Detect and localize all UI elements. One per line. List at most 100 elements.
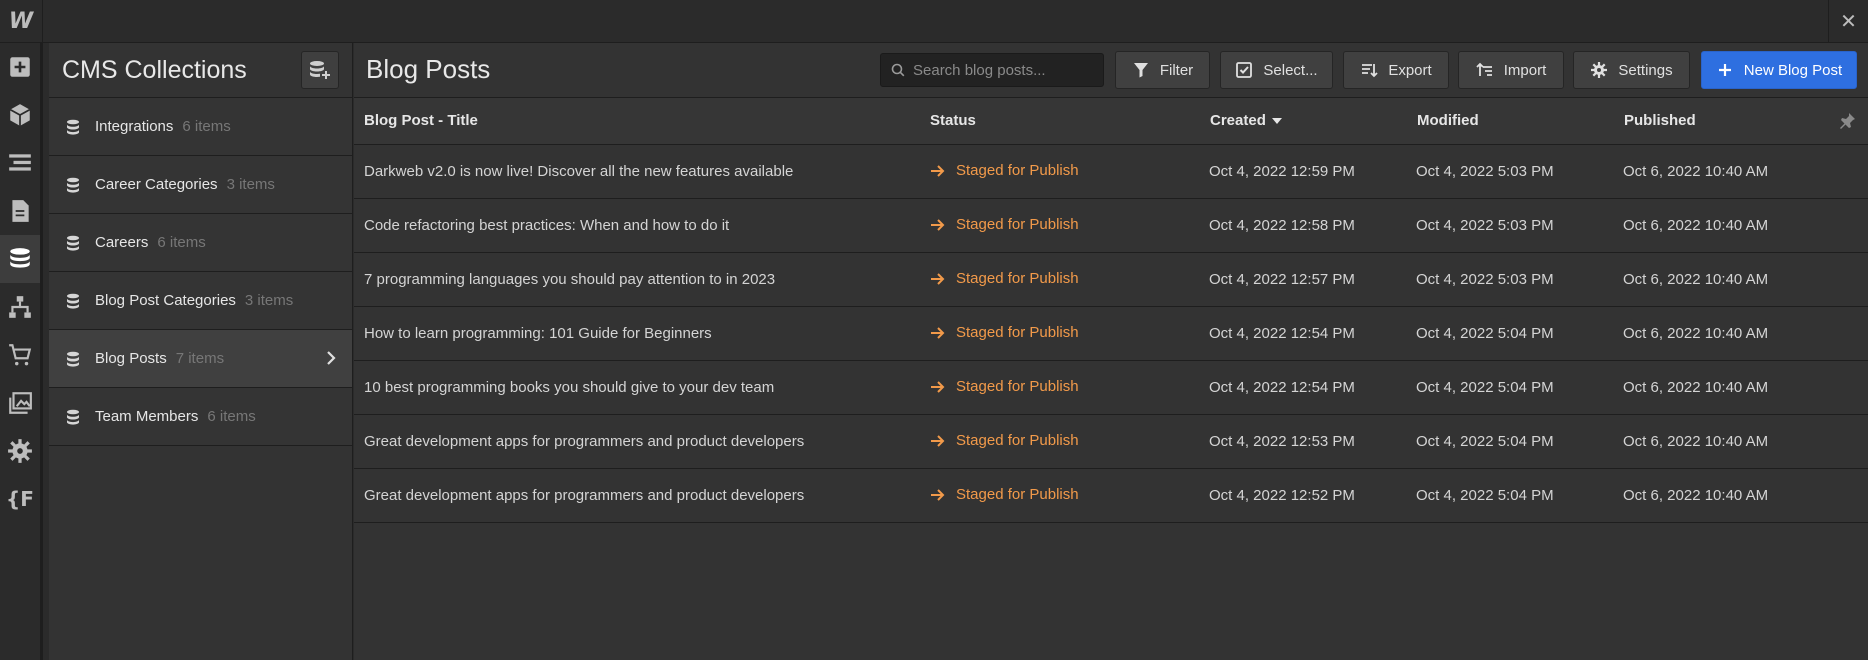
collection-integrations[interactable]: Integrations 6 items — [49, 98, 352, 156]
row-title: How to learn programming: 101 Guide for … — [364, 325, 712, 342]
database-icon — [67, 409, 79, 425]
row-created: Oct 4, 2022 12:52 PM — [1209, 487, 1355, 504]
main-panel: Blog Posts Filter Select... Export Impor… — [354, 43, 1868, 660]
cms-button[interactable] — [0, 235, 40, 283]
column-title[interactable]: Blog Post - Title — [364, 112, 478, 129]
column-published[interactable]: Published — [1624, 112, 1696, 129]
collection-careers[interactable]: Careers 6 items — [49, 214, 352, 272]
collection-blog-post-categories[interactable]: Blog Post Categories 3 items — [49, 272, 352, 330]
assets-button[interactable] — [0, 379, 40, 427]
search-box[interactable] — [880, 53, 1104, 87]
arrow-right-icon — [931, 218, 945, 231]
status-label: Staged for Publish — [956, 486, 1079, 503]
left-rail: {F — [0, 43, 43, 660]
collection-count: 6 items — [182, 118, 231, 135]
collection-name: Blog Post Categories — [95, 292, 236, 309]
collection-name: Career Categories — [95, 176, 218, 193]
webflow-logo[interactable]: W — [0, 0, 43, 43]
row-created: Oct 4, 2022 12:59 PM — [1209, 163, 1355, 180]
filter-button[interactable]: Filter — [1115, 51, 1210, 89]
import-icon — [1476, 62, 1492, 76]
settings-label: Settings — [1618, 61, 1673, 79]
variables-button[interactable]: {F — [0, 475, 40, 523]
navigator-button[interactable] — [0, 139, 40, 187]
collection-count: 6 items — [157, 234, 206, 251]
row-title: 10 best programming books you should giv… — [364, 379, 775, 396]
arrow-right-icon — [931, 326, 945, 339]
row-status: Staged for Publish — [930, 216, 1079, 233]
collection-name: Blog Posts — [95, 350, 167, 367]
cube-icon — [9, 104, 31, 126]
gear-icon — [1591, 62, 1608, 78]
arrow-right-icon — [931, 488, 945, 501]
row-created: Oct 4, 2022 12:53 PM — [1209, 433, 1355, 450]
status-label: Staged for Publish — [956, 378, 1079, 395]
collections-panel: CMS Collections Integrations 6 items Car… — [49, 43, 353, 660]
collection-career-categories[interactable]: Career Categories 3 items — [49, 156, 352, 214]
select-label: Select... — [1263, 61, 1318, 79]
table-row[interactable]: 7 programming languages you should pay a… — [354, 253, 1868, 307]
row-modified: Oct 4, 2022 5:03 PM — [1416, 271, 1554, 288]
row-status: Staged for Publish — [930, 162, 1079, 179]
pin-icon[interactable] — [1838, 112, 1856, 130]
collection-blog-posts[interactable]: Blog Posts 7 items — [49, 330, 352, 388]
column-created[interactable]: Created — [1210, 112, 1282, 129]
collection-name: Integrations — [95, 118, 174, 135]
column-modified[interactable]: Modified — [1417, 112, 1479, 129]
table-row[interactable]: Darkweb v2.0 is now live! Discover all t… — [354, 145, 1868, 199]
select-button[interactable]: Select... — [1220, 51, 1333, 89]
arrow-right-icon — [931, 164, 945, 177]
close-button[interactable]: ✕ — [1828, 0, 1868, 43]
settings-button[interactable] — [0, 427, 40, 475]
row-created: Oct 4, 2022 12:58 PM — [1209, 217, 1355, 234]
row-published: Oct 6, 2022 10:40 AM — [1623, 271, 1769, 288]
gear-icon — [8, 439, 32, 463]
export-button[interactable]: Export — [1343, 51, 1449, 89]
column-status[interactable]: Status — [930, 112, 976, 129]
add-database-icon — [310, 61, 330, 79]
search-icon — [891, 63, 905, 77]
navigator-icon — [9, 154, 31, 171]
logo-letter: W — [8, 9, 34, 34]
database-icon — [67, 351, 79, 367]
row-published: Oct 6, 2022 10:40 AM — [1623, 433, 1769, 450]
checkbox-icon — [1236, 62, 1253, 78]
table-row[interactable]: How to learn programming: 101 Guide for … — [354, 307, 1868, 361]
filter-icon — [1133, 63, 1148, 78]
export-label: Export — [1388, 61, 1432, 79]
database-icon — [67, 235, 79, 251]
toolbar: Blog Posts Filter Select... Export Impor… — [354, 43, 1868, 98]
logic-button[interactable] — [0, 283, 40, 331]
new-blog-post-button[interactable]: New Blog Post — [1701, 51, 1857, 89]
table-row[interactable]: 10 best programming books you should giv… — [354, 361, 1868, 415]
ecommerce-button[interactable] — [0, 331, 40, 379]
add-collection-button[interactable] — [301, 51, 339, 89]
status-label: Staged for Publish — [956, 324, 1079, 341]
row-status: Staged for Publish — [930, 486, 1079, 503]
components-button[interactable] — [0, 91, 40, 139]
table-row[interactable]: Great development apps for programmers a… — [354, 415, 1868, 469]
status-label: Staged for Publish — [956, 270, 1079, 287]
collection-count: 6 items — [207, 408, 256, 425]
collection-team-members[interactable]: Team Members 6 items — [49, 388, 352, 446]
pages-button[interactable] — [0, 187, 40, 235]
import-button[interactable]: Import — [1458, 51, 1564, 89]
row-status: Staged for Publish — [930, 432, 1079, 449]
database-icon — [10, 248, 30, 268]
cart-icon — [9, 344, 32, 366]
search-input[interactable] — [913, 61, 1093, 79]
column-created-label: Created — [1210, 112, 1266, 129]
row-created: Oct 4, 2022 12:54 PM — [1209, 325, 1355, 342]
row-published: Oct 6, 2022 10:40 AM — [1623, 379, 1769, 396]
arrow-right-icon — [931, 272, 945, 285]
settings-button[interactable]: Settings — [1573, 51, 1690, 89]
add-panel-button[interactable] — [0, 43, 40, 91]
arrow-right-icon — [931, 434, 945, 447]
row-modified: Oct 4, 2022 5:03 PM — [1416, 217, 1554, 234]
row-status: Staged for Publish — [930, 378, 1079, 395]
add-icon — [10, 57, 30, 77]
row-modified: Oct 4, 2022 5:04 PM — [1416, 433, 1554, 450]
collection-count: 3 items — [244, 292, 294, 309]
table-row[interactable]: Great development apps for programmers a… — [354, 469, 1868, 523]
table-row[interactable]: Code refactoring best practices: When an… — [354, 199, 1868, 253]
